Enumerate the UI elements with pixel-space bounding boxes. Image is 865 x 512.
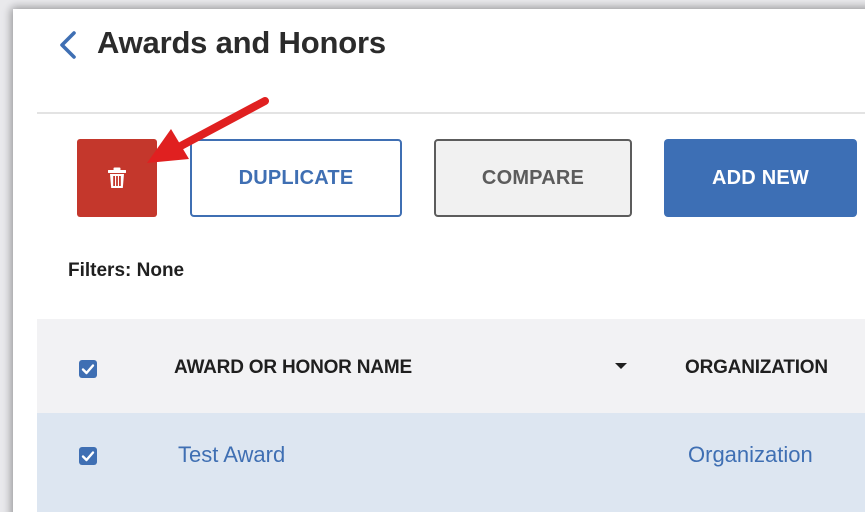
delete-button[interactable] <box>77 139 157 217</box>
award-name-link[interactable]: Test Award <box>178 442 285 468</box>
table-row[interactable]: Test Award Organization <box>37 413 865 512</box>
select-all-checkbox[interactable] <box>79 360 97 378</box>
add-new-button[interactable]: ADD NEW <box>664 139 857 217</box>
header-divider <box>37 112 865 114</box>
caret-down-icon[interactable] <box>614 361 628 371</box>
column-header-organization[interactable]: ORGANIZATION <box>685 357 828 379</box>
column-header-award-name[interactable]: AWARD OR HONOR NAME <box>174 357 412 379</box>
chevron-left-icon[interactable] <box>53 27 83 63</box>
trash-icon <box>108 167 126 188</box>
row-checkbox[interactable] <box>79 447 97 465</box>
compare-button[interactable]: COMPARE <box>434 139 632 217</box>
page-title: Awards and Honors <box>97 25 386 60</box>
app-frame: Awards and Honors DUPLICATE COMPARE ADD … <box>0 0 865 512</box>
check-icon <box>81 451 95 462</box>
table-header: AWARD OR HONOR NAME ORGANIZATION <box>37 319 865 413</box>
organization-link[interactable]: Organization <box>688 442 813 468</box>
filters-label: Filters: None <box>68 260 185 281</box>
main-panel: Awards and Honors DUPLICATE COMPARE ADD … <box>13 9 865 512</box>
duplicate-button[interactable]: DUPLICATE <box>190 139 402 217</box>
check-icon <box>81 364 95 375</box>
